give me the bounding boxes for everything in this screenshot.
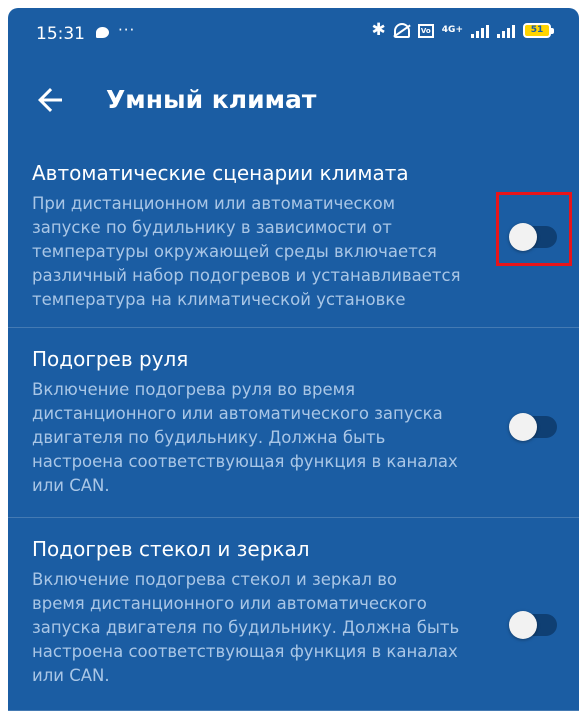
network-type-icon: 4G+ [441,25,463,35]
status-time: 15:31 [36,24,85,44]
setting-title: Подогрев стекол и зеркал [32,537,310,561]
setting-description: Включение подогрева стекол и зеркал во в… [32,570,460,685]
battery-icon: 51 [523,23,554,38]
bluetooth-icon: ✱ [371,20,386,40]
page-title: Умный климат [106,85,317,114]
bell-off-icon [393,23,410,38]
setting-title: Подогрев руля [32,347,189,371]
signal-icon-2 [497,24,515,38]
app-bar: Умный климат [8,60,579,142]
glass-mirror-heating-toggle[interactable] [509,611,557,639]
setting-description: При дистанционном или автоматическом зап… [32,194,461,309]
signal-icon [471,24,489,38]
toggle-knob [509,611,537,639]
setting-glass-mirror-heating[interactable]: Подогрев стекол и зеркал Включение подог… [8,518,579,711]
status-bar: 15:31 ··· ✱ Vo 4G+ 51 [8,8,579,60]
volte-icon: Vo [417,23,434,38]
arrow-left-icon[interactable] [32,82,68,118]
status-icons: ✱ Vo 4G+ 51 [371,20,554,40]
setting-title: Автоматические сценарии климата [32,161,409,185]
battery-level: 51 [530,25,544,35]
setting-auto-climate-scenarios[interactable]: Автоматические сценарии климата При дист… [8,142,579,328]
more-notifications-icon: ··· [118,21,136,39]
phone-screen: 15:31 ··· ✱ Vo 4G+ 51 Умный климат Автом… [8,8,579,711]
chat-notification-icon [96,27,109,38]
highlight-annotation-box [496,192,572,266]
steering-wheel-heating-toggle[interactable] [509,413,557,441]
settings-list: Автоматические сценарии климата При дист… [8,142,579,711]
setting-steering-wheel-heating[interactable]: Подогрев руля Включение подогрева руля в… [8,328,579,518]
setting-description: Включение подогрева руля во время дистан… [32,380,458,495]
toggle-knob [509,413,537,441]
